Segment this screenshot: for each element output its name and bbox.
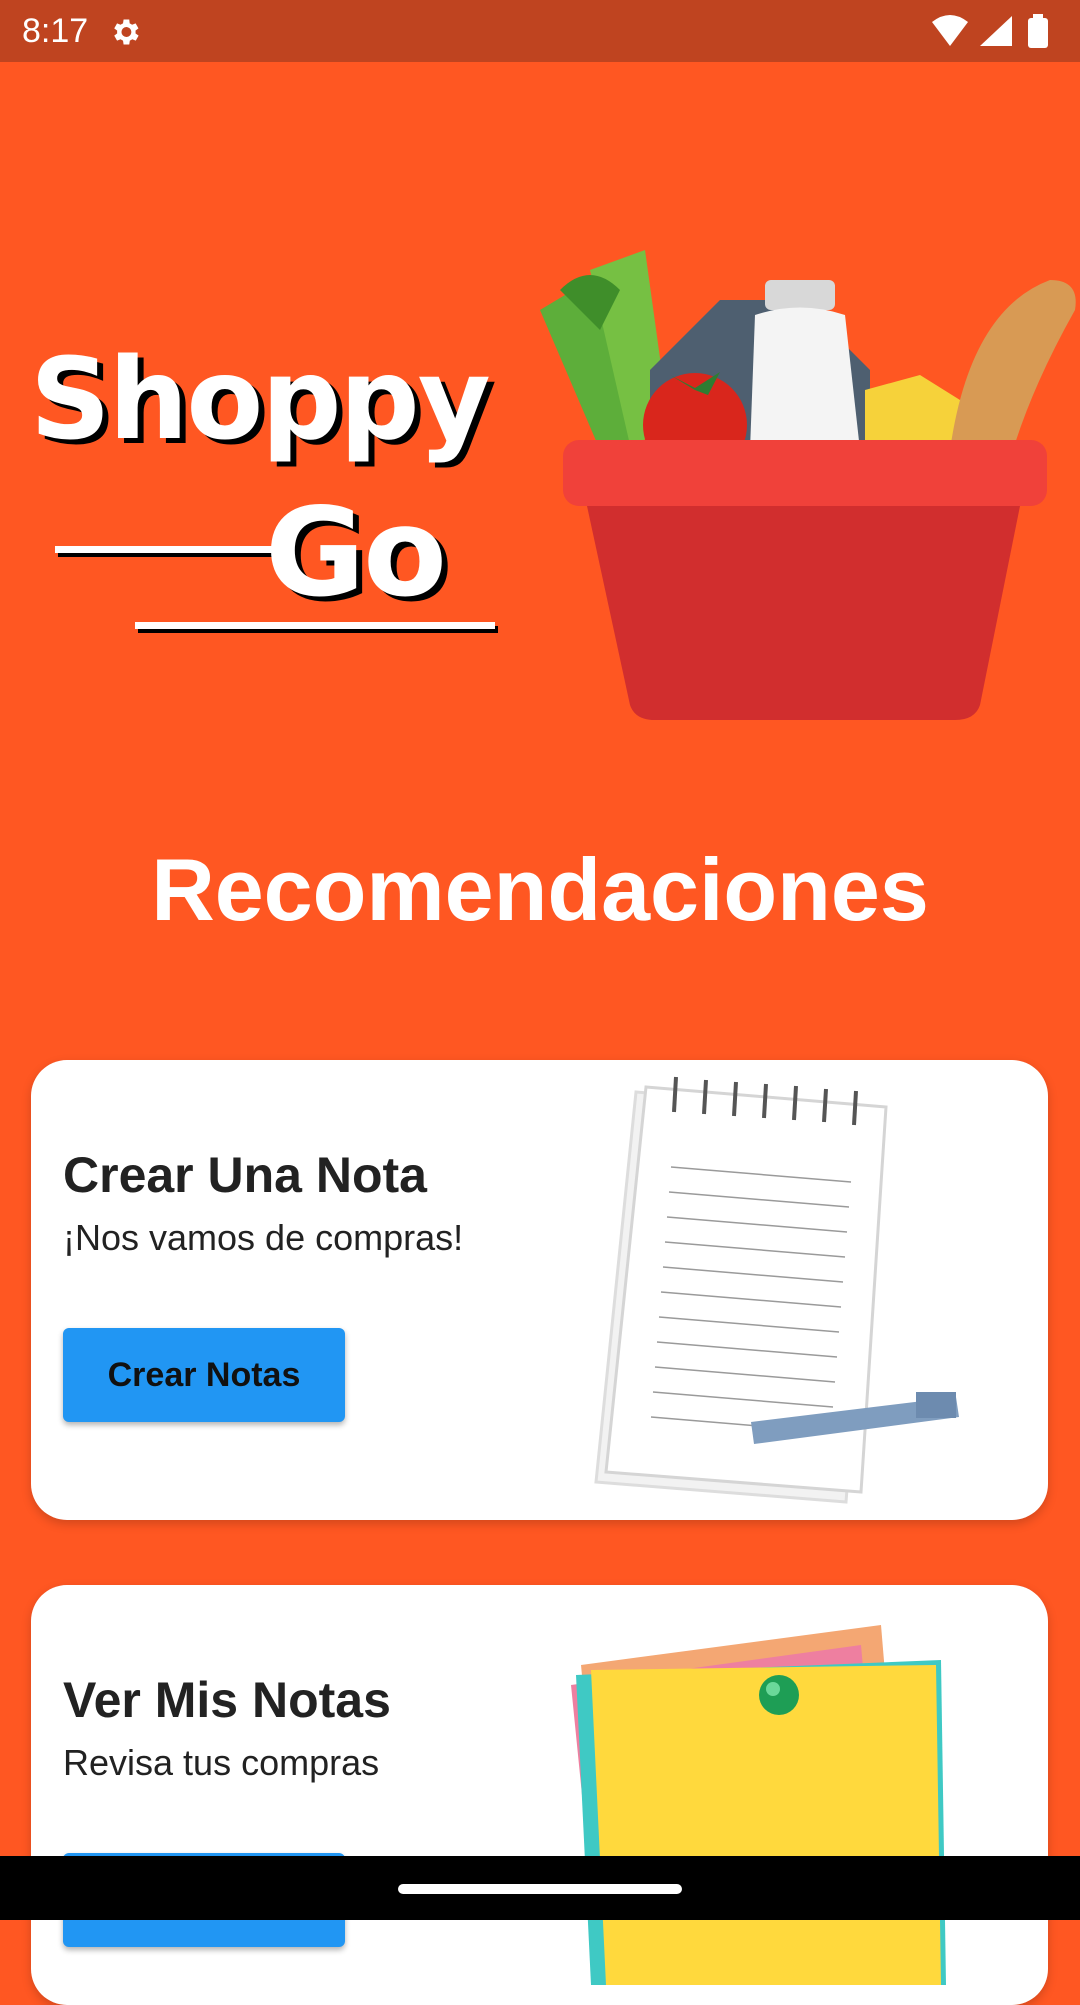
signal-icon <box>980 16 1012 46</box>
card-title: Ver Mis Notas <box>63 1672 391 1728</box>
section-title: Recomendaciones <box>151 840 929 939</box>
logo-shoppy: Shoppy <box>30 335 491 465</box>
logo-underline-top <box>55 546 290 553</box>
grocery-basket-icon <box>540 250 1076 720</box>
create-note-card[interactable]: Crear Una Nota ¡Nos vamos de compras! Cr… <box>31 1060 1048 1520</box>
gear-icon <box>114 19 139 45</box>
battery-icon <box>1028 18 1048 48</box>
navigation-bar <box>0 1856 1080 1920</box>
status-icons <box>932 14 1048 48</box>
sticky-notes-icon <box>571 1625 946 1985</box>
logo-go: Go <box>265 482 447 624</box>
notepad-icon <box>594 1076 959 1504</box>
status-time: 8:17 <box>22 12 89 50</box>
home-gesture-handle[interactable] <box>398 1884 682 1894</box>
create-notes-button[interactable]: Crear Notas <box>63 1328 345 1422</box>
view-notes-card[interactable]: Ver Mis Notas Revisa tus compras Ver Not… <box>31 1585 1048 2005</box>
status-bar: 8:17 <box>0 0 1080 62</box>
card-subtitle: Revisa tus compras <box>63 1742 380 1783</box>
card-subtitle: ¡Nos vamos de compras! <box>63 1217 464 1258</box>
card-title: Crear Una Nota <box>63 1147 427 1203</box>
logo-underline-bottom <box>135 622 495 629</box>
wifi-icon <box>932 15 968 46</box>
app-logo: Shoppy Go <box>20 340 500 650</box>
